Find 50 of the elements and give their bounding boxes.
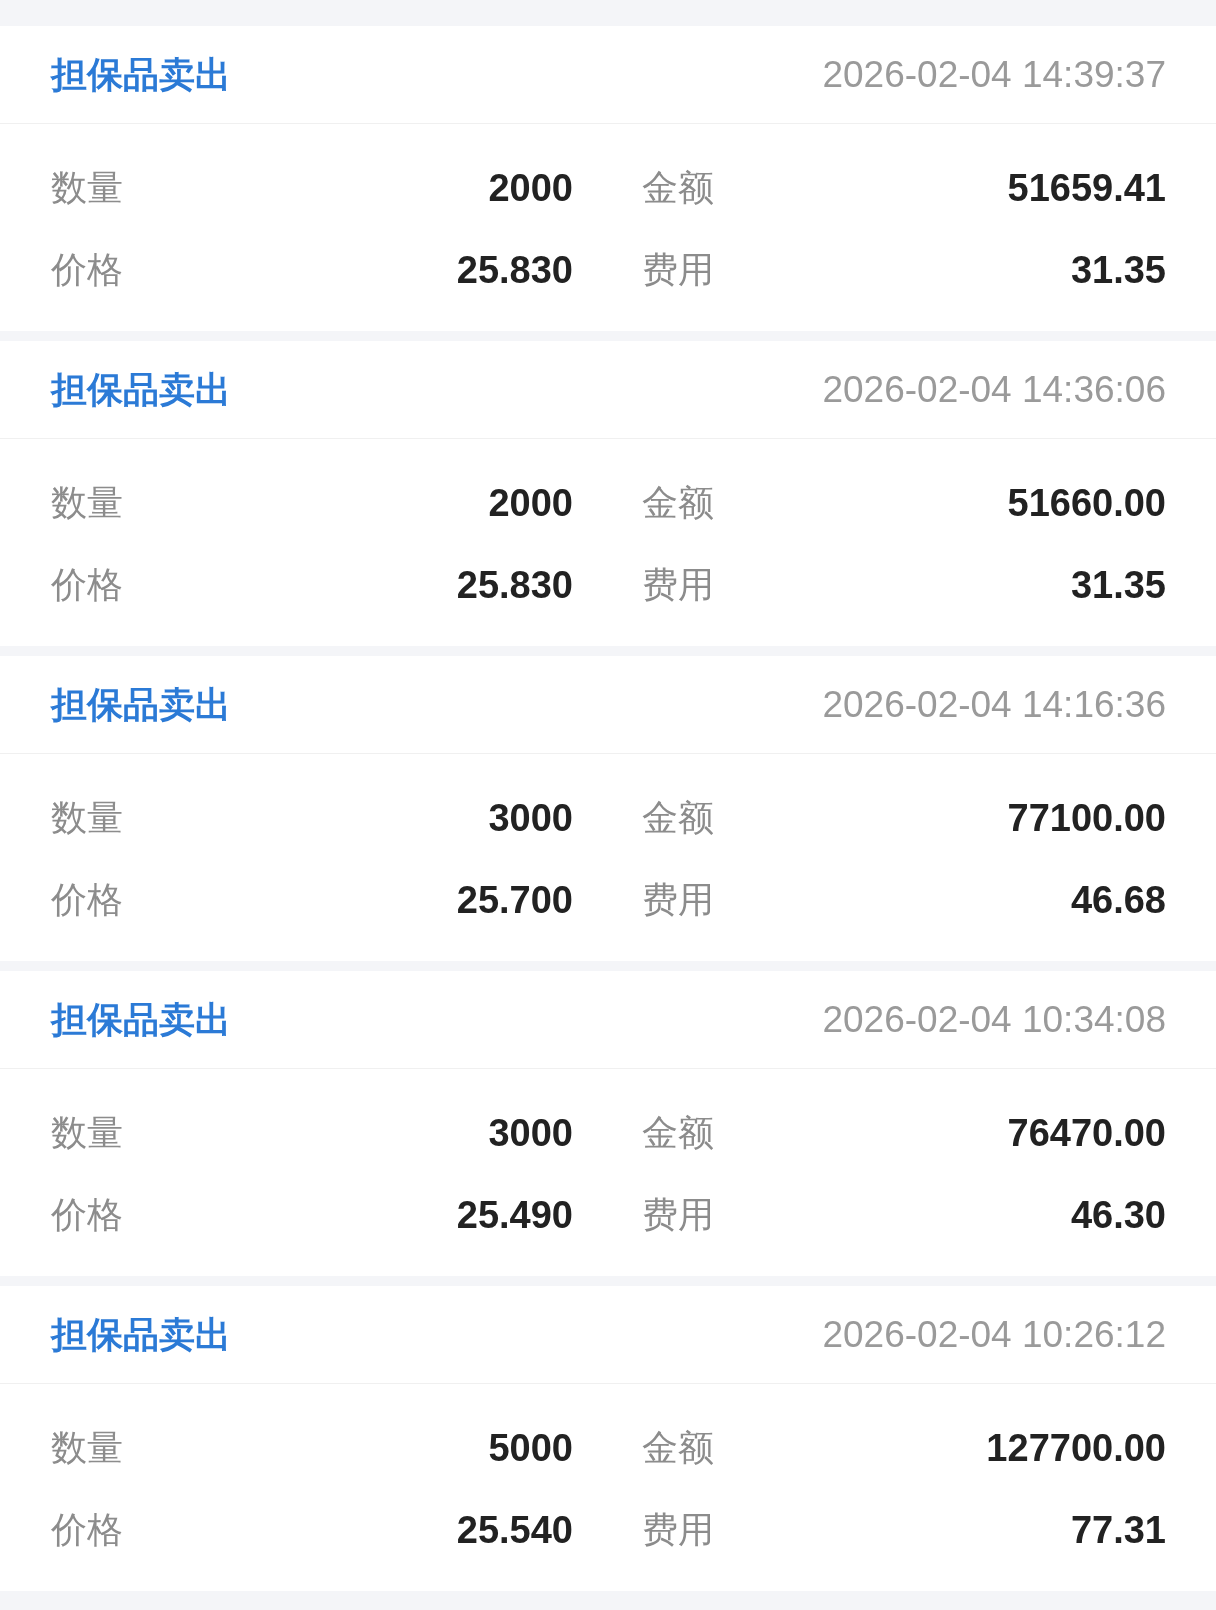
record-time: 2026-02-04 14:39:37 xyxy=(822,52,1166,97)
field-label: 金额 xyxy=(642,481,714,525)
field-value: 127700.00 xyxy=(986,1425,1166,1471)
field-label: 数量 xyxy=(51,1111,123,1155)
field-value: 25.490 xyxy=(456,1192,573,1238)
field-value: 46.68 xyxy=(1070,877,1166,923)
field-value: 31.35 xyxy=(1070,247,1166,293)
field-label: 费用 xyxy=(642,1193,714,1237)
field-value: 5000 xyxy=(488,1425,573,1471)
field-label: 数量 xyxy=(51,481,123,525)
record-title: 担保品卖出 xyxy=(51,52,231,97)
field-label: 金额 xyxy=(642,796,714,840)
field-value: 77.31 xyxy=(1070,1507,1166,1553)
record-time: 2026-02-04 10:26:12 xyxy=(822,1312,1166,1357)
field-label: 价格 xyxy=(51,1193,123,1237)
field-value: 76470.00 xyxy=(1007,1110,1166,1156)
field-label: 价格 xyxy=(51,878,123,922)
field-label: 费用 xyxy=(642,1508,714,1552)
field-value: 2000 xyxy=(488,480,573,526)
field-label: 费用 xyxy=(642,563,714,607)
record-time: 2026-02-04 14:36:06 xyxy=(822,367,1166,412)
field-label: 价格 xyxy=(51,248,123,292)
field-label: 数量 xyxy=(51,796,123,840)
record-title: 担保品卖出 xyxy=(51,997,231,1042)
field-label: 价格 xyxy=(51,1508,123,1552)
field-value: 46.30 xyxy=(1070,1192,1166,1238)
field-value: 3000 xyxy=(488,795,573,841)
field-value: 3000 xyxy=(488,1110,573,1156)
field-value: 51659.41 xyxy=(1007,165,1166,211)
record-title: 担保品卖出 xyxy=(51,1312,231,1357)
field-label: 费用 xyxy=(642,248,714,292)
field-value: 2000 xyxy=(488,165,573,211)
field-label: 数量 xyxy=(51,1426,123,1470)
record-time: 2026-02-04 14:16:36 xyxy=(822,682,1166,727)
field-value: 25.540 xyxy=(456,1507,573,1553)
field-label: 金额 xyxy=(642,1111,714,1155)
field-value: 51660.00 xyxy=(1007,480,1166,526)
field-label: 数量 xyxy=(51,166,123,210)
field-label: 价格 xyxy=(51,563,123,607)
record-title: 担保品卖出 xyxy=(51,682,231,727)
field-label: 费用 xyxy=(642,878,714,922)
field-label: 金额 xyxy=(642,166,714,210)
field-label: 金额 xyxy=(642,1426,714,1470)
field-value: 31.35 xyxy=(1070,562,1166,608)
field-value: 25.830 xyxy=(456,562,573,608)
field-value: 25.830 xyxy=(456,247,573,293)
record-time: 2026-02-04 10:34:08 xyxy=(822,997,1166,1042)
record-title: 担保品卖出 xyxy=(51,367,231,412)
field-value: 77100.00 xyxy=(1007,795,1166,841)
field-value: 25.700 xyxy=(456,877,573,923)
